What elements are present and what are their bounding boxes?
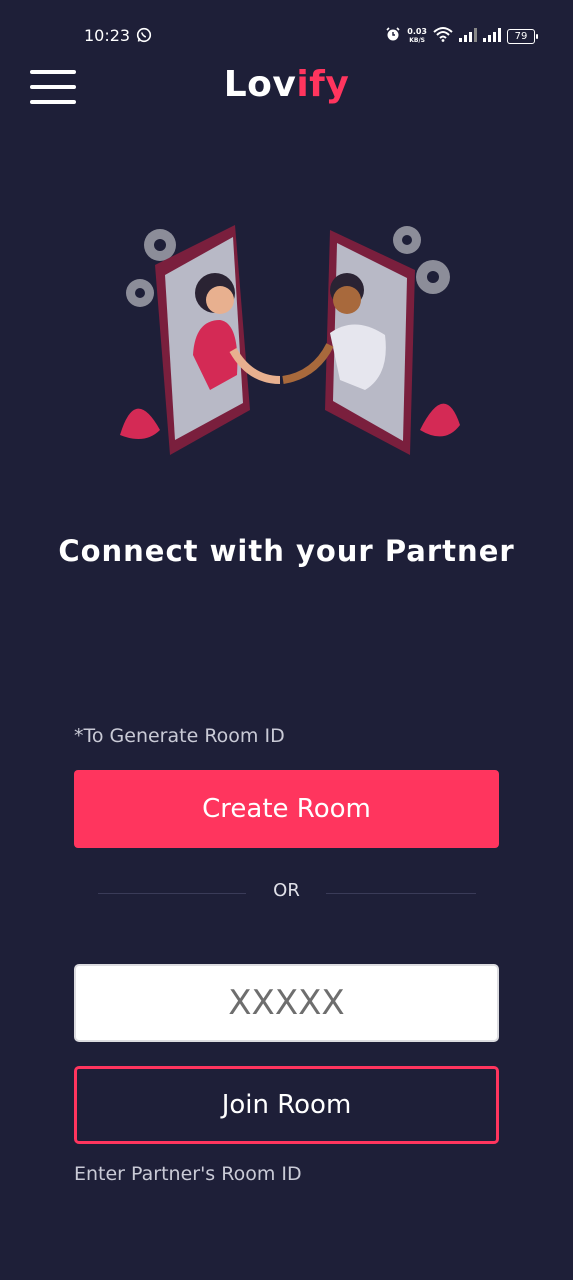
join-hint: Enter Partner's Room ID	[74, 1163, 302, 1185]
status-icons: 0.03 KB/S 79	[385, 26, 538, 46]
join-room-button[interactable]: Join Room	[74, 1066, 499, 1144]
network-speed-unit: KB/S	[409, 36, 425, 44]
whatsapp-icon	[136, 27, 152, 47]
couple-handshake-phones-illustration	[115, 215, 465, 465]
signal-icon	[483, 27, 501, 46]
or-label: OR	[273, 880, 300, 901]
network-speed: 0.03 KB/S	[407, 26, 427, 45]
alarm-icon	[385, 26, 401, 46]
wifi-icon	[433, 26, 453, 46]
battery-icon: 79	[507, 28, 538, 44]
room-id-input[interactable]	[74, 964, 499, 1042]
status-time: 10:23	[84, 26, 131, 45]
create-room-button[interactable]: Create Room	[74, 770, 499, 848]
app-logo: Lovify	[0, 64, 573, 105]
logo-part-1: Lov	[223, 64, 297, 105]
status-bar: 10:23 0.03 KB/S 79	[0, 0, 573, 72]
signal-icon	[459, 27, 477, 46]
logo-part-2: ify	[296, 64, 350, 105]
network-speed-value: 0.03	[407, 26, 427, 36]
divider	[326, 893, 476, 894]
page-headline: Connect with your Partner	[58, 534, 515, 568]
generate-hint: *To Generate Room ID	[74, 725, 285, 747]
